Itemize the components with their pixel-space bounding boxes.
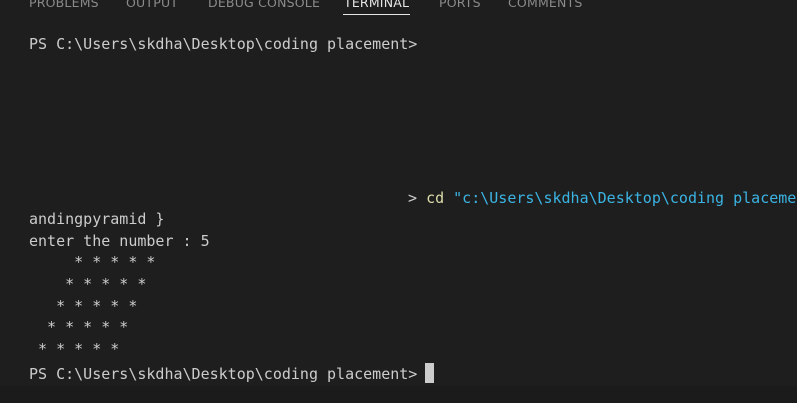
terminal-output-line: * * * * *	[29, 318, 129, 336]
active-tab-indicator	[343, 14, 410, 15]
terminal-command-line: > cd "c:\Users\skdha\Desktop\coding plac…	[408, 188, 797, 208]
terminal-output-line: * * * * *	[29, 340, 120, 358]
terminal-cursor	[425, 363, 434, 383]
terminal-continuation-line: andingpyramid }	[29, 210, 165, 228]
status-strip	[0, 386, 797, 403]
terminal-prompt-line: PS C:\Users\skdha\Desktop\coding placeme…	[29, 365, 418, 383]
tab-ports[interactable]: PORTS	[439, 0, 481, 12]
terminal-output-line: * * * * *	[29, 253, 156, 271]
terminal-prompt-line: PS C:\Users\skdha\Desktop\coding placeme…	[29, 35, 418, 53]
terminal-output-line: * * * * *	[29, 275, 147, 293]
tab-comments[interactable]: COMMENTS	[508, 0, 583, 12]
terminal-output-line: * * * * *	[29, 297, 138, 315]
tab-debug-console[interactable]: DEBUG CONSOLE	[208, 0, 320, 12]
command-path-string: "c:\Users\skdha\Desktop\coding placemen	[453, 189, 797, 207]
command-arrow: >	[408, 189, 418, 207]
terminal-output-line: enter the number : 5	[29, 232, 210, 250]
panel-tab-bar: PROBLEMS OUTPUT DEBUG CONSOLE TERMINAL P…	[0, 0, 797, 16]
terminal-panel: PROBLEMS OUTPUT DEBUG CONSOLE TERMINAL P…	[0, 0, 797, 403]
command-keyword: cd	[426, 189, 445, 207]
tab-output[interactable]: OUTPUT	[126, 0, 178, 12]
terminal-output-area[interactable]: PS C:\Users\skdha\Desktop\coding placeme…	[0, 16, 797, 403]
tab-problems[interactable]: PROBLEMS	[29, 0, 99, 12]
tab-terminal[interactable]: TERMINAL	[344, 0, 409, 12]
